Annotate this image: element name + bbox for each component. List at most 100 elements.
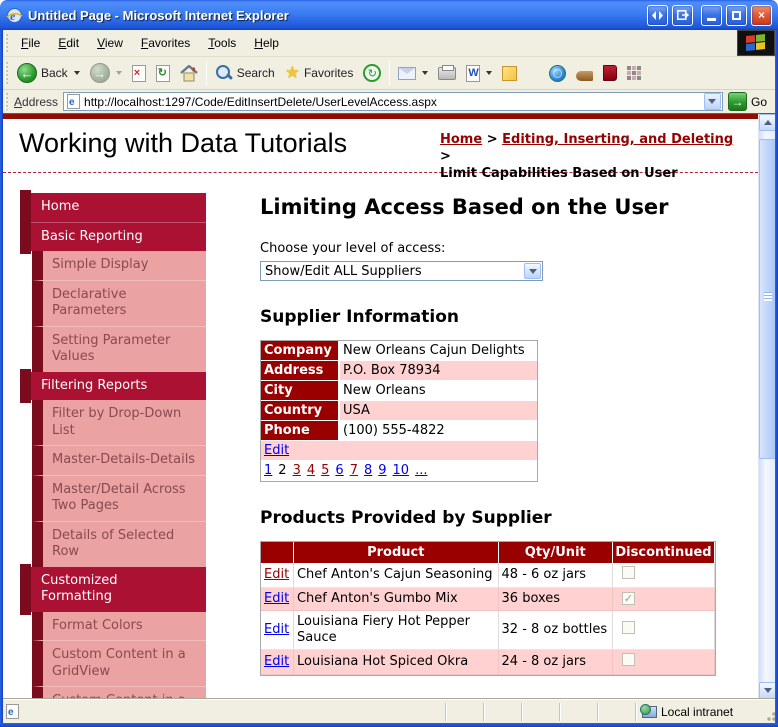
product-edit-link[interactable]: Edit	[264, 567, 289, 582]
menu-help[interactable]: Help	[245, 32, 288, 54]
toolbar-grip[interactable]	[5, 93, 8, 110]
supplier-edit-link[interactable]: Edit	[264, 443, 289, 458]
favorites-button[interactable]: ★ Favorites	[280, 61, 359, 85]
discontinued-checkbox[interactable]	[621, 653, 635, 666]
pager-page-1[interactable]: 1	[264, 463, 272, 478]
supplier-heading: Supplier Information	[260, 307, 459, 327]
history-button[interactable]: ↻	[358, 61, 386, 85]
breadcrumb-link-editing-inserting-and-deleting[interactable]: Editing, Inserting, and Deleting	[502, 132, 733, 147]
menu-edit[interactable]: Edit	[49, 32, 88, 54]
toolbar-grip[interactable]	[5, 61, 8, 85]
pager-page-8[interactable]: 8	[364, 463, 372, 478]
addon-button-2[interactable]	[598, 62, 622, 84]
toolbar-grip[interactable]	[5, 33, 8, 53]
pager-page-4[interactable]: 4	[307, 463, 315, 478]
sidebar-item-custom-content-in-a-gridview[interactable]: Custom Content in a GridView	[32, 640, 206, 686]
discontinued-checkbox[interactable]	[621, 566, 635, 579]
pager-page-9[interactable]: 9	[378, 463, 386, 478]
supplier-row-address: Address P.O. Box 78934	[261, 361, 537, 381]
discuss-button[interactable]	[497, 63, 522, 84]
back-dropdown-icon[interactable]	[73, 71, 80, 75]
product-name-cell: Chef Anton's Cajun Seasoning	[293, 563, 499, 588]
refresh-icon: ↻	[155, 64, 170, 82]
product-edit-link[interactable]: Edit	[264, 591, 289, 606]
menu-view[interactable]: View	[88, 32, 132, 54]
addon-button-1[interactable]	[571, 63, 598, 84]
site-title: Working with Data Tutorials	[19, 128, 348, 158]
maximize-button[interactable]	[726, 4, 747, 26]
sidebar-item-basic-reporting[interactable]: Basic Reporting	[20, 219, 206, 254]
scroll-down-button[interactable]	[759, 682, 776, 699]
status-pane	[559, 702, 597, 721]
sidebar-item-home[interactable]: Home	[20, 190, 206, 224]
product-discontinued-cell	[612, 563, 715, 588]
discontinued-checkbox[interactable]: ✓	[621, 592, 635, 605]
breadcrumb-link-home[interactable]: Home	[440, 132, 482, 147]
product-edit-cell: Edit	[261, 650, 294, 675]
home-button[interactable]	[175, 62, 203, 85]
address-dropdown-button[interactable]	[703, 93, 721, 110]
access-level-select[interactable]: Show/Edit ALL Suppliers	[260, 261, 543, 281]
mail-button[interactable]	[393, 64, 433, 83]
access-level-label: Choose your level of access:	[260, 241, 446, 256]
forward-button[interactable]: →	[85, 60, 127, 86]
menu-favorites[interactable]: Favorites	[132, 32, 199, 54]
pager-page-6[interactable]: 6	[335, 463, 343, 478]
library-search-icon	[603, 65, 618, 81]
product-edit-link[interactable]: Edit	[264, 654, 289, 669]
pager-page-[interactable]: ...	[415, 463, 427, 478]
close-icon: ×	[757, 8, 765, 22]
vertical-scrollbar[interactable]	[758, 114, 776, 699]
products-heading: Products Provided by Supplier	[260, 508, 552, 528]
supplier-field-label: Address	[261, 361, 340, 381]
sidebar-item-master-detail-across-two-pages[interactable]: Master/Detail Across Two Pages	[32, 474, 206, 521]
pager-page-10[interactable]: 10	[393, 463, 410, 478]
menu-tools[interactable]: Tools	[199, 32, 245, 54]
toolbar-separator	[205, 61, 207, 85]
addon-button-3[interactable]	[622, 63, 647, 84]
sidebar-item-details-of-selected-row[interactable]: Details of Selected Row	[32, 520, 206, 567]
sidebar-item-simple-display[interactable]: Simple Display	[32, 251, 206, 280]
favorites-star-icon: ★	[284, 63, 300, 82]
close-button[interactable]: ×	[751, 4, 772, 26]
product-edit-link[interactable]: Edit	[264, 622, 289, 637]
edit-with-word-button[interactable]: W	[461, 62, 497, 85]
product-name-cell: Louisiana Hot Spiced Okra	[293, 650, 499, 675]
sidebar-item-format-colors[interactable]: Format Colors	[32, 611, 206, 640]
status-bar: e Local intranet	[0, 699, 778, 723]
address-input[interactable]: e http://localhost:1297/Code/EditInsertD…	[63, 92, 723, 111]
print-button[interactable]	[433, 64, 461, 83]
select-dropdown-icon[interactable]	[524, 263, 541, 279]
scrollbar-thumb[interactable]	[759, 139, 776, 459]
back-button[interactable]: ← Back	[12, 60, 85, 86]
research-button[interactable]	[544, 62, 571, 85]
menu-file[interactable]: File	[12, 32, 49, 54]
search-button[interactable]: Search	[210, 61, 280, 85]
stop-button[interactable]: ×	[127, 62, 151, 85]
status-pane	[597, 702, 635, 721]
scroll-up-button[interactable]	[759, 114, 776, 131]
horizontal-arrows-button[interactable]	[647, 4, 668, 26]
sidebar-item-setting-parameter-values[interactable]: Setting Parameter Values	[32, 325, 206, 372]
pop-out-button[interactable]	[672, 4, 693, 26]
supplier-field-value: P.O. Box 78934	[340, 361, 537, 381]
sidebar-item-master-details-details[interactable]: Master-Details-Details	[32, 445, 206, 475]
discontinued-checkbox[interactable]	[621, 621, 635, 634]
svg-text:e: e	[10, 9, 16, 23]
pager-page-5[interactable]: 5	[321, 463, 329, 478]
zone-label: Local intranet	[661, 704, 734, 719]
go-button[interactable]: → Go	[723, 90, 775, 113]
sidebar-item-custom-content-in-a-detailsview[interactable]: Custom Content in a DetailsView	[32, 686, 206, 699]
pager-page-3[interactable]: 3	[293, 463, 301, 478]
products-header-discontinued: Discontinued	[612, 542, 715, 563]
refresh-button[interactable]: ↻	[151, 62, 175, 85]
sidebar-item-filter-by-drop-down-list[interactable]: Filter by Drop-Down List	[32, 400, 206, 445]
sidebar-item-declarative-parameters[interactable]: Declarative Parameters	[32, 279, 206, 326]
address-bar: Address e http://localhost:1297/Code/Edi…	[3, 90, 775, 113]
sidebar-item-customized-formatting[interactable]: Customized Formatting	[20, 563, 206, 615]
browser-viewport: Working with Data Tutorials Home > Editi…	[3, 113, 776, 699]
minimize-button[interactable]	[701, 4, 722, 26]
sidebar-item-filtering-reports[interactable]: Filtering Reports	[20, 368, 206, 403]
pager-page-7[interactable]: 7	[350, 463, 358, 478]
menu-bar: File Edit View Favorites Tools Help	[3, 30, 775, 57]
